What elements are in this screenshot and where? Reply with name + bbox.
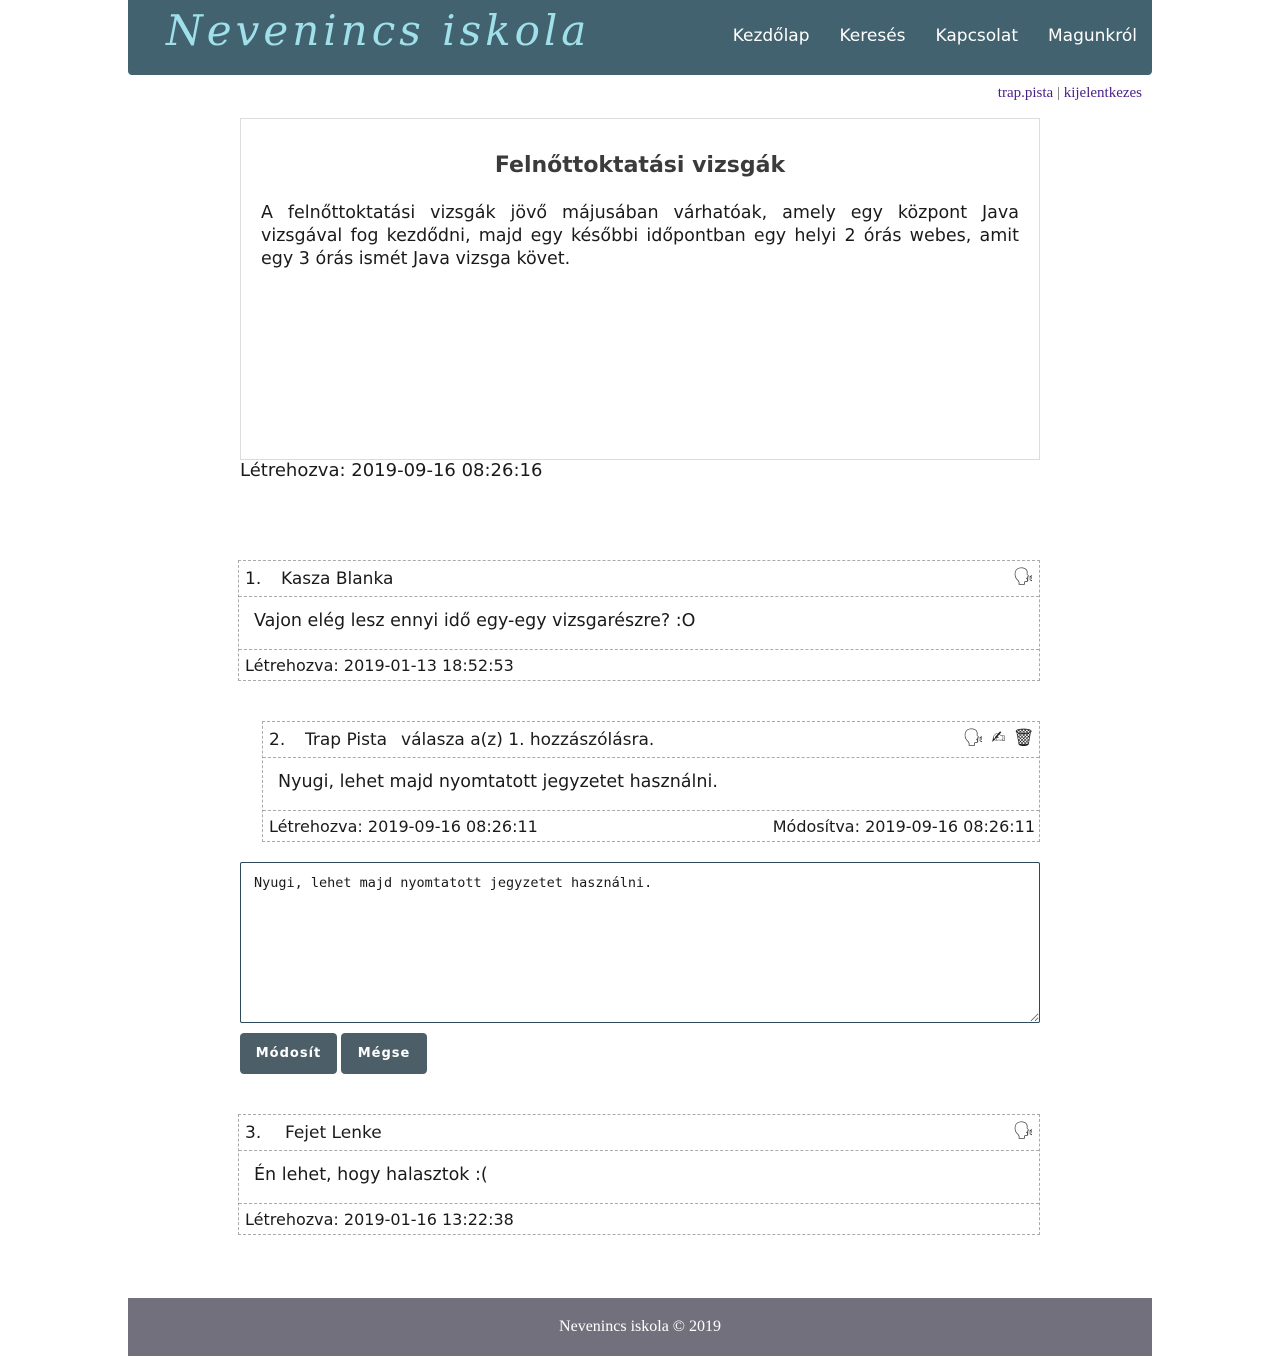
comment-modified-date: Módosítva: 2019-09-16 08:26:11 bbox=[772, 817, 1035, 836]
comment-actions: 🗣 bbox=[1012, 566, 1035, 588]
comment-1: 1. Kasza Blanka 🗣 Vajon elég lesz ennyi … bbox=[238, 560, 1040, 681]
nav-home-link[interactable]: Kezdőlap bbox=[733, 26, 810, 46]
comment-author: Kasza Blanka bbox=[281, 569, 394, 589]
comment-author: Trap Pista bbox=[305, 730, 388, 750]
comment-actions: 🗣 ✍ 🗑 bbox=[962, 727, 1035, 749]
comment-reply-to: válasza a(z) 1. hozzászólásra. bbox=[401, 730, 655, 750]
comment-created-date: Létrehozva: 2019-09-16 08:26:11 bbox=[269, 817, 538, 836]
nav-contact-link[interactable]: Kapcsolat bbox=[936, 26, 1018, 46]
comment-2: 2. Trap Pista válasza a(z) 1. hozzászólás… bbox=[262, 721, 1040, 842]
comment-header: 1. Kasza Blanka 🗣 bbox=[239, 561, 1039, 597]
comment-body: Vajon elég lesz ennyi idő egy-egy vizsga… bbox=[239, 597, 1039, 650]
comment-number: 2. bbox=[269, 730, 286, 750]
comment-created-date: Létrehozva: 2019-01-13 18:52:53 bbox=[245, 656, 514, 675]
comment-body: Nyugi, lehet majd nyomtatott jegyzetet h… bbox=[263, 758, 1039, 811]
nav-search-link[interactable]: Keresés bbox=[840, 26, 906, 46]
nav-about-link[interactable]: Magunkról bbox=[1048, 26, 1137, 46]
comment-actions: 🗣 bbox=[1012, 1120, 1035, 1142]
comment-header: 2. Trap Pista válasza a(z) 1. hozzászólás… bbox=[263, 722, 1039, 758]
modify-button[interactable]: Módosít bbox=[240, 1033, 337, 1074]
username-link[interactable]: trap.pista bbox=[998, 85, 1053, 101]
speaking-head-icon[interactable]: 🗣 bbox=[1012, 566, 1035, 588]
comment-body: Én lehet, hogy halasztok :( bbox=[239, 1151, 1039, 1204]
cancel-button[interactable]: Mégse bbox=[341, 1033, 427, 1074]
main-nav: Kezdőlap Keresés Kapcsolat Magunkról bbox=[733, 26, 1137, 46]
comment-text: Én lehet, hogy halasztok :( bbox=[254, 1165, 488, 1185]
comment-footer: Létrehozva: 2019-01-13 18:52:53 bbox=[239, 650, 1039, 680]
comment-number: 3. bbox=[245, 1123, 262, 1143]
comment-edit-textarea[interactable]: Nyugi, lehet majd nyomtatott jegyzetet h… bbox=[240, 862, 1040, 1023]
comment-text: Nyugi, lehet majd nyomtatott jegyzetet h… bbox=[278, 772, 718, 792]
user-bar-separator: | bbox=[1056, 85, 1060, 101]
comment-footer: Létrehozva: 2019-09-16 08:26:11 Módosítv… bbox=[263, 811, 1039, 841]
article-card: Felnőttoktatási vizsgák A felnőttoktatás… bbox=[240, 118, 1040, 460]
article-body: A felnőttoktatási vizsgák jövő májusában… bbox=[261, 203, 1019, 269]
comment-text: Vajon elég lesz ennyi idő egy-egy vizsga… bbox=[254, 611, 696, 631]
wastebasket-icon[interactable]: 🗑 bbox=[1012, 727, 1035, 749]
logout-link[interactable]: kijelentkezes bbox=[1064, 85, 1142, 101]
site-logo[interactable]: Nevenincs iskola bbox=[166, 6, 590, 55]
comment-footer: Létrehozva: 2019-01-16 13:22:38 bbox=[239, 1204, 1039, 1234]
comment-3: 3. Fejet Lenke 🗣 Én lehet, hogy halaszto… bbox=[238, 1114, 1040, 1235]
article-created-date: Létrehozva: 2019-09-16 08:26:16 bbox=[240, 460, 543, 481]
article-title: Felnőttoktatási vizsgák bbox=[494, 153, 786, 178]
comment-created-date: Létrehozva: 2019-01-16 13:22:38 bbox=[245, 1210, 514, 1229]
comment-header: 3. Fejet Lenke 🗣 bbox=[239, 1115, 1039, 1151]
speaking-head-icon[interactable]: 🗣 bbox=[1012, 1120, 1035, 1142]
speaking-head-icon[interactable]: 🗣 bbox=[962, 727, 985, 749]
comment-author-line: Trap Pista válasza a(z) 1. hozzászólásra. bbox=[305, 730, 654, 750]
writing-hand-icon[interactable]: ✍ bbox=[987, 727, 1010, 749]
user-bar: trap.pista | kijelentkezes bbox=[998, 85, 1142, 102]
comment-number: 1. bbox=[245, 569, 262, 589]
site-footer: Nevenincs iskola © 2019 bbox=[128, 1298, 1152, 1356]
comment-author: Fejet Lenke bbox=[285, 1123, 382, 1143]
site-header: Nevenincs iskola Kezdőlap Keresés Kapcso… bbox=[128, 0, 1152, 75]
